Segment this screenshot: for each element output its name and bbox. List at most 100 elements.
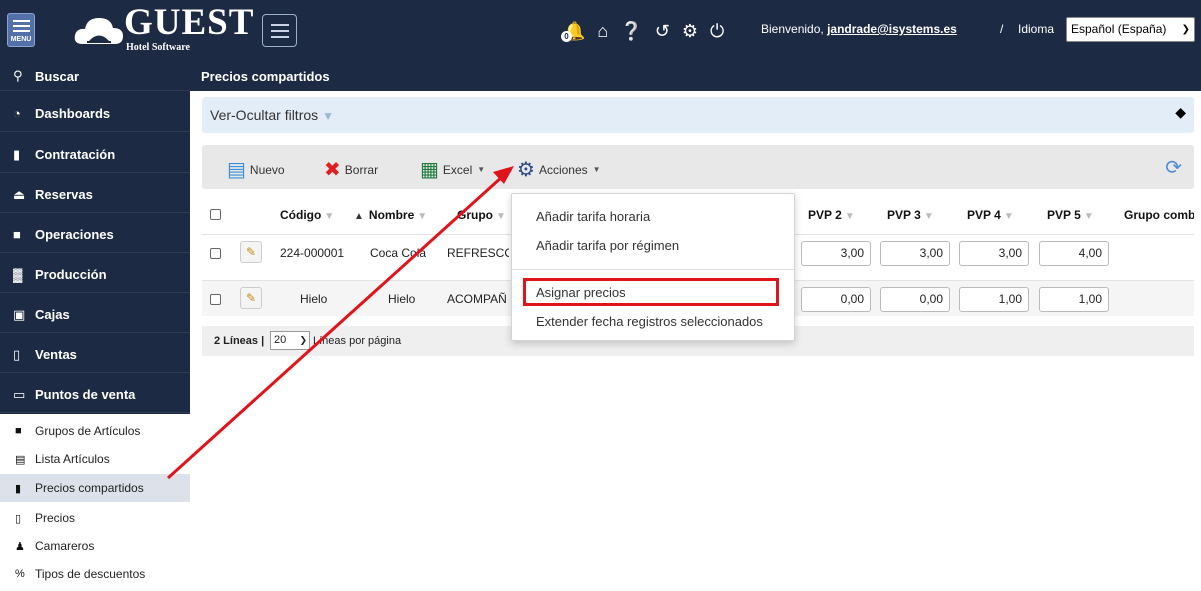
person-icon: ♟ <box>15 540 25 553</box>
page-size-select[interactable]: 20 ❯ <box>270 331 310 350</box>
actions-button[interactable]: ⚙ Acciones ▼ <box>517 157 601 182</box>
column-header-codigo[interactable]: Código ▼ <box>280 208 334 222</box>
submenu-item-precios[interactable]: ▯ Precios <box>0 504 190 532</box>
filters-bar: Ver-Ocultar filtros ▼ ◆ <box>202 97 1194 133</box>
column-header-label: PVP 4 <box>967 208 1001 222</box>
menu-button-label: MENU <box>10 36 32 43</box>
column-header-grupo-comb[interactable]: Grupo comb <box>1124 208 1194 222</box>
cell-grupo: ACOMPAÑ <box>447 292 507 306</box>
filter-icon[interactable]: ▼ <box>324 211 334 222</box>
sidebar-item-label: Reservas <box>35 187 93 202</box>
edit-icon[interactable]: ✎ <box>240 241 262 263</box>
cash-icon: ▣ <box>13 306 26 322</box>
filter-icon[interactable]: ▼ <box>845 211 855 222</box>
caret-down-icon: ▼ <box>477 165 486 174</box>
new-button[interactable]: ▤ Nuevo <box>227 157 285 182</box>
excel-button[interactable]: ▦ Excel ▼ <box>420 157 485 182</box>
menu-item-anadir-tarifa-regimen[interactable]: Añadir tarifa por régimen <box>536 238 679 253</box>
notifications-bell-icon[interactable]: 🔔 0 <box>561 20 585 42</box>
menu-item-extender-fecha[interactable]: Extender fecha registros seleccionados <box>536 314 763 329</box>
submenu-item-lista-articulos[interactable]: ▤ Lista Artículos <box>0 445 190 473</box>
row-checkbox[interactable] <box>210 248 221 259</box>
select-all-checkbox[interactable] <box>210 209 221 220</box>
column-header-label: PVP 2 <box>808 208 842 222</box>
menu-item-anadir-tarifa-horaria[interactable]: Añadir tarifa horaria <box>536 209 650 224</box>
filter-icon[interactable]: ▼ <box>496 211 506 222</box>
filter-icon[interactable]: ▼ <box>417 211 427 222</box>
list-icon: ▤ <box>15 453 26 466</box>
pvp5-input[interactable]: 1,00 <box>1039 287 1109 312</box>
toggle-filters-link[interactable]: Ver-Ocultar filtros ▼ <box>210 107 334 123</box>
refresh-icon[interactable]: ⟳ <box>1165 155 1182 180</box>
chevron-down-icon: ❯ <box>299 335 307 345</box>
actions-dropdown-menu: Añadir tarifa horaria Añadir tarifa por … <box>511 193 795 341</box>
eraser-icon[interactable]: ◆ <box>1175 104 1186 121</box>
page-size-value: 20 <box>274 334 287 346</box>
language-label: Idioma <box>1018 22 1055 36</box>
toolbar: ▤ Nuevo ✖ Borrar ▦ Excel ▼ ⚙ Acciones ▼ … <box>202 145 1194 189</box>
sidebar-item-operaciones[interactable]: ■ Operaciones <box>0 217 190 253</box>
submenu-item-label: Lista Artículos <box>35 452 110 466</box>
user-email-link[interactable]: jandrade@isystems.es <box>827 22 957 36</box>
excel-icon: ▦ <box>420 159 439 181</box>
sidebar-item-contratacion[interactable]: ▮ Contratación <box>0 137 190 173</box>
help-icon[interactable]: ❔ <box>620 20 642 42</box>
caret-down-icon: ▼ <box>592 165 601 174</box>
filter-icon[interactable]: ▼ <box>1004 211 1014 222</box>
pvp4-input[interactable]: 3,00 <box>959 241 1029 266</box>
pvp3-input[interactable]: 3,00 <box>880 241 950 266</box>
delete-button[interactable]: ✖ Borrar <box>324 157 378 182</box>
welcome-text: Bienvenido, jandrade@isystems.es <box>761 22 957 36</box>
submenu-item-grupos-articulos[interactable]: ■ Grupos de Artículos <box>0 417 190 445</box>
pvp3-input[interactable]: 0,00 <box>880 287 950 312</box>
price-file-icon: ▯ <box>15 512 22 525</box>
column-header-pvp4[interactable]: PVP 4 ▼ <box>967 208 1014 222</box>
highlight-box <box>523 278 779 306</box>
column-header-pvp5[interactable]: PVP 5 ▼ <box>1047 208 1094 222</box>
column-header-grupo[interactable]: Grupo ▼ <box>457 208 506 222</box>
sidebar-item-label: Buscar <box>35 68 80 84</box>
column-header-pvp3[interactable]: PVP 3 ▼ <box>887 208 934 222</box>
submenu-item-label: Grupos de Artículos <box>35 424 141 438</box>
receipt-icon: ▯ <box>13 346 21 362</box>
edit-icon[interactable]: ✎ <box>240 287 262 309</box>
search-icon: ⚲ <box>13 68 23 83</box>
sidebar-item-buscar[interactable]: ⚲ Buscar <box>0 62 190 91</box>
language-select[interactable]: Español (España) ❯ <box>1066 17 1195 42</box>
top-bar: MENU GUEST Hotel Software 🔔 0 ⌂ ❔ ↺ ⚙ ⏻ B… <box>0 0 1201 62</box>
column-header-nombre[interactable]: ▲ Nombre ▼ <box>354 208 427 222</box>
pvp4-input[interactable]: 1,00 <box>959 287 1029 312</box>
main-menu-button[interactable]: MENU <box>7 13 35 47</box>
percent-icon: % <box>15 568 25 580</box>
page-title: Precios compartidos <box>190 62 1201 91</box>
sidebar-item-label: Puntos de venta <box>35 387 136 402</box>
sidebar-item-ventas[interactable]: ▯ Ventas <box>0 337 190 373</box>
sidebar-item-cajas[interactable]: ▣ Cajas <box>0 297 190 333</box>
column-header-label: Código <box>280 208 322 222</box>
sidebar-item-reservas[interactable]: ⏏ Reservas <box>0 177 190 213</box>
sidebar-item-produccion[interactable]: ▓ Producción <box>0 257 190 293</box>
sidebar-toggle-button[interactable] <box>262 14 297 47</box>
submenu-item-precios-compartidos[interactable]: ▮ Precios compartidos <box>0 474 190 502</box>
history-icon[interactable]: ↺ <box>655 20 670 42</box>
column-header-pvp2[interactable]: PVP 2 ▼ <box>808 208 855 222</box>
filter-icon[interactable]: ▼ <box>1084 211 1094 222</box>
pvp5-input[interactable]: 4,00 <box>1039 241 1109 266</box>
sidebar-item-label: Contratación <box>35 147 116 162</box>
sidebar-item-label: Ventas <box>35 347 77 362</box>
delete-button-label: Borrar <box>344 162 379 177</box>
power-icon[interactable]: ⏻ <box>710 20 724 42</box>
submenu-item-tipos-descuentos[interactable]: % Tipos de descuentos <box>0 560 190 588</box>
pvp2-input[interactable]: 0,00 <box>801 287 871 312</box>
submenu-item-camareros[interactable]: ♟ Camareros <box>0 532 190 560</box>
pvp2-input[interactable]: 3,00 <box>801 241 871 266</box>
filter-icon[interactable]: ▼ <box>924 211 934 222</box>
logo-cloud-icon <box>74 18 123 44</box>
settings-gears-icon[interactable]: ⚙ <box>682 20 698 42</box>
sidebar-item-dashboards[interactable]: ◔ Dashboards <box>0 96 190 132</box>
row-checkbox[interactable] <box>210 294 221 305</box>
sidebar-item-label: Cajas <box>35 307 70 322</box>
submenu-item-label: Tipos de descuentos <box>35 567 146 581</box>
sidebar-item-puntos-de-venta[interactable]: ▭ Puntos de venta <box>0 377 190 413</box>
home-icon[interactable]: ⌂ <box>597 20 608 42</box>
